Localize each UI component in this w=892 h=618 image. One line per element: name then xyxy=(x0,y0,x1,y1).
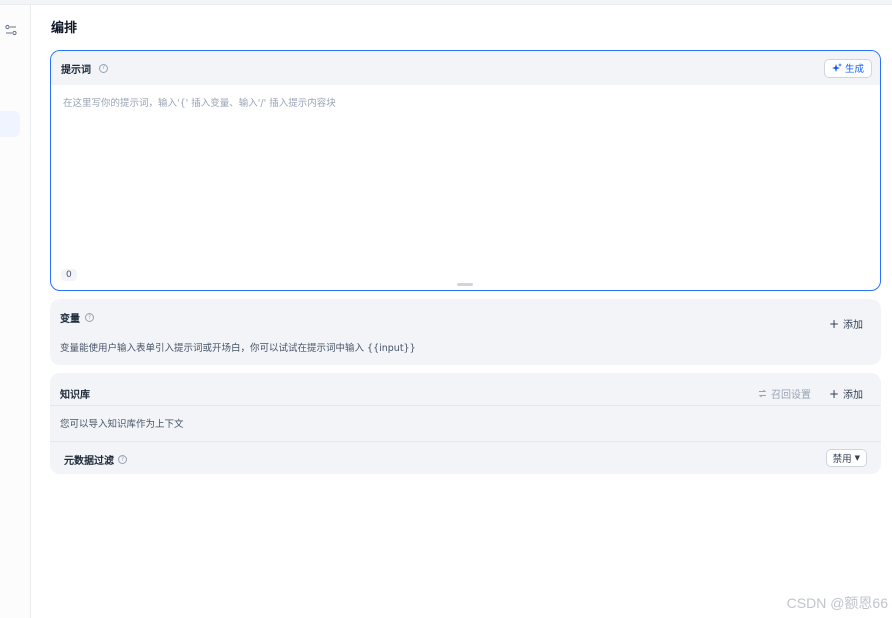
knowledge-description: 您可以导入知识库作为上下文 xyxy=(60,419,184,430)
generate-button[interactable]: 生成 xyxy=(823,58,872,78)
variables-header: 变量 ? xyxy=(60,310,94,325)
top-bar xyxy=(0,0,892,5)
resize-handle[interactable] xyxy=(457,283,473,286)
variables-description: 变量能使用户输入表单引入提示词或开场白，你可以试试在提示词中输入 {{input… xyxy=(60,343,416,354)
add-knowledge-button[interactable]: + 添加 xyxy=(828,386,863,402)
knowledge-label: 知识库 xyxy=(60,390,90,401)
prompt-card: 提示词 ? 生成 0 xyxy=(50,50,881,291)
metadata-filter-select[interactable]: 禁用 ▼ xyxy=(825,449,867,467)
prompt-label: 提示词 xyxy=(61,64,91,76)
divider xyxy=(50,441,881,442)
chevron-down-icon: ▼ xyxy=(854,454,860,462)
add-knowledge-label: 添加 xyxy=(843,390,863,401)
page-title: 编排 xyxy=(51,21,78,36)
sidebar xyxy=(0,5,31,618)
plus-icon: + xyxy=(828,386,839,401)
metadata-filter-row: 元数据过滤 ? xyxy=(64,452,127,467)
help-icon[interactable]: ? xyxy=(118,455,127,464)
config-icon[interactable] xyxy=(5,24,17,36)
sparkle-icon xyxy=(831,63,842,72)
help-icon[interactable]: ? xyxy=(99,63,108,73)
variables-card: 变量 ? + 添加 变量能使用户输入表单引入提示词或开场白，你可以试试在提示词中… xyxy=(50,299,881,365)
prompt-input[interactable] xyxy=(63,95,863,265)
metadata-filter-value: 禁用 xyxy=(832,454,852,465)
sidebar-active-item[interactable] xyxy=(0,111,20,137)
knowledge-header: 知识库 xyxy=(60,386,90,401)
metadata-filter-label: 元数据过滤 xyxy=(64,456,114,467)
char-count: 0 xyxy=(61,269,77,281)
add-variable-label: 添加 xyxy=(843,320,863,331)
divider xyxy=(50,405,881,406)
plus-icon: + xyxy=(828,316,839,331)
generate-label: 生成 xyxy=(844,64,864,75)
help-icon[interactable]: ? xyxy=(85,313,94,322)
variables-label: 变量 xyxy=(60,314,80,325)
recall-settings-button[interactable]: 召回设置 xyxy=(758,386,811,401)
watermark: CSDN @额恩66 xyxy=(786,595,888,611)
prompt-header: 提示词 ? 生成 xyxy=(51,51,880,85)
recall-settings-label: 召回设置 xyxy=(771,390,811,401)
knowledge-card: 知识库 召回设置 + 添加 您可以导入知识库作为上下文 元数据过滤 ? 禁用 ▼ xyxy=(50,373,881,474)
add-variable-button[interactable]: + 添加 xyxy=(828,316,863,332)
recall-settings-icon xyxy=(758,389,767,398)
